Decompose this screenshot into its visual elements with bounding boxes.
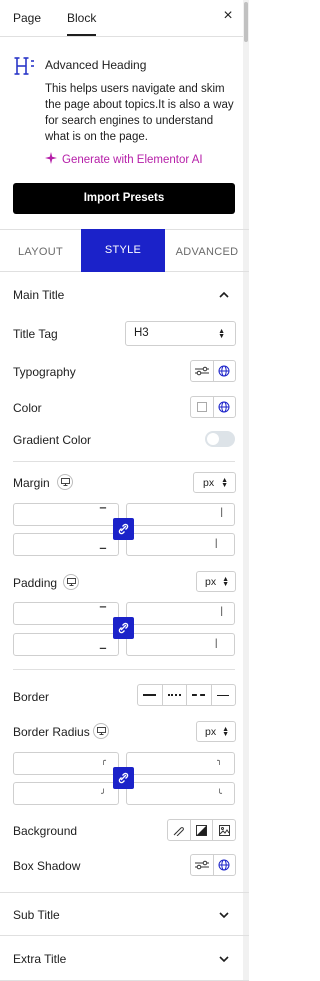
margin-unit-select[interactable]: px ▲ ▼ <box>193 472 236 493</box>
section-extra-title[interactable]: Extra Title <box>0 937 249 981</box>
style-tabs: LAYOUT STYLE ADVANCED <box>0 229 249 272</box>
border-solid-option[interactable] <box>138 685 162 705</box>
radius-top-left-input[interactable]: ╭ <box>13 752 119 775</box>
tab-style[interactable]: STYLE <box>81 229 165 272</box>
ai-link-label: Generate with Elementor AI <box>62 153 203 166</box>
link-values-button[interactable] <box>113 518 134 540</box>
desktop-icon[interactable] <box>93 723 109 739</box>
border-double-option[interactable] <box>210 685 236 705</box>
generate-ai-link[interactable]: Generate with Elementor AI <box>45 152 203 167</box>
desktop-icon[interactable] <box>57 474 73 490</box>
margin-left-input[interactable]: ▏ <box>126 533 235 556</box>
box-shadow-controls <box>190 854 236 876</box>
globe-icon[interactable] <box>212 855 236 875</box>
section-sub-title[interactable]: Sub Title <box>0 892 249 936</box>
border-label: Border <box>13 690 50 704</box>
color-label: Color <box>13 401 42 415</box>
margin-unit: px <box>203 477 215 489</box>
import-presets-button[interactable]: Import Presets <box>13 183 235 214</box>
panel-tabs: Page Block × <box>0 0 249 37</box>
border-dashed-option[interactable] <box>186 685 211 705</box>
close-icon[interactable]: × <box>221 8 235 24</box>
color-controls <box>190 396 236 418</box>
background-type-controls <box>167 819 236 841</box>
padding-right-input[interactable]: ▕ <box>126 602 235 625</box>
toggle-knob <box>207 433 219 445</box>
padding-left-input[interactable]: ▏ <box>126 633 235 656</box>
gradient-toggle[interactable] <box>205 431 235 447</box>
sliders-icon[interactable] <box>191 855 213 875</box>
tab-block[interactable]: Block <box>67 0 97 36</box>
link-icon <box>118 523 129 535</box>
margin-label: Margin <box>13 476 50 490</box>
chevron-down-icon <box>219 912 229 919</box>
tab-advanced[interactable]: ADVANCED <box>165 230 249 272</box>
sliders-icon[interactable] <box>191 361 213 381</box>
border-dotted-option[interactable] <box>161 685 187 705</box>
select-arrows-icon: ▲ ▼ <box>222 725 229 738</box>
margin-top-input[interactable]: ▔ <box>13 503 119 526</box>
padding-bottom-input[interactable]: ▁ <box>13 633 119 656</box>
border-radius-label: Border Radius <box>13 725 90 739</box>
gradient-icon[interactable] <box>189 820 213 840</box>
select-arrows-icon: ▲ ▼ <box>222 575 229 588</box>
radius-bottom-left-input[interactable]: ╯ <box>13 782 119 805</box>
gradient-color-label: Gradient Color <box>13 433 92 447</box>
select-arrows-icon: ▲ ▼ <box>218 327 225 340</box>
divider <box>13 669 235 670</box>
section-main-title[interactable]: Main Title <box>0 273 249 317</box>
desktop-icon[interactable] <box>63 574 79 590</box>
padding-top-input[interactable]: ▔ <box>13 602 119 625</box>
section-title: Extra Title <box>13 952 67 966</box>
typography-label: Typography <box>13 365 76 379</box>
widget-title: Advanced Heading <box>45 58 147 72</box>
margin-bottom-input[interactable]: ▁ <box>13 533 119 556</box>
link-icon <box>118 772 129 784</box>
box-shadow-label: Box Shadow <box>13 859 81 873</box>
tab-page[interactable]: Page <box>13 0 41 36</box>
chevron-up-icon <box>219 291 229 298</box>
divider <box>13 461 235 462</box>
section-title: Sub Title <box>13 908 60 922</box>
chevron-down-icon <box>219 956 229 963</box>
heading-icon <box>13 55 35 77</box>
link-values-button[interactable] <box>113 767 134 789</box>
background-label: Background <box>13 824 78 838</box>
link-icon <box>118 622 129 634</box>
border-style-controls <box>137 684 236 706</box>
margin-right-input[interactable]: ▕ <box>126 503 235 526</box>
select-arrows-icon: ▲ ▼ <box>221 476 228 489</box>
scrollbar[interactable] <box>243 0 249 981</box>
image-icon[interactable] <box>212 820 235 840</box>
scrollbar-thumb[interactable] <box>244 2 248 42</box>
padding-label: Padding <box>13 576 58 590</box>
padding-unit-select[interactable]: px ▲ ▼ <box>196 571 236 592</box>
title-tag-label: Title Tag <box>13 327 58 341</box>
tab-layout[interactable]: LAYOUT <box>0 230 81 272</box>
title-tag-select[interactable]: H3 ▲ ▼ <box>125 321 236 346</box>
typography-controls <box>190 360 236 382</box>
radius-top-right-input[interactable]: ╮ <box>126 752 235 775</box>
section-title: Main Title <box>13 288 65 302</box>
link-values-button[interactable] <box>113 617 134 639</box>
widget-description: This helps users navigate and skim the p… <box>45 83 234 143</box>
brush-icon[interactable] <box>168 820 190 840</box>
globe-icon[interactable] <box>212 397 236 417</box>
padding-unit: px <box>205 576 217 588</box>
globe-icon[interactable] <box>212 361 236 381</box>
title-tag-value: H3 <box>134 327 149 339</box>
color-swatch[interactable] <box>191 397 213 417</box>
sparkle-icon <box>45 152 57 167</box>
border-radius-unit-select[interactable]: px ▲ ▼ <box>196 721 236 742</box>
border-radius-unit: px <box>205 726 217 738</box>
radius-bottom-right-input[interactable]: ╰ <box>126 782 235 805</box>
